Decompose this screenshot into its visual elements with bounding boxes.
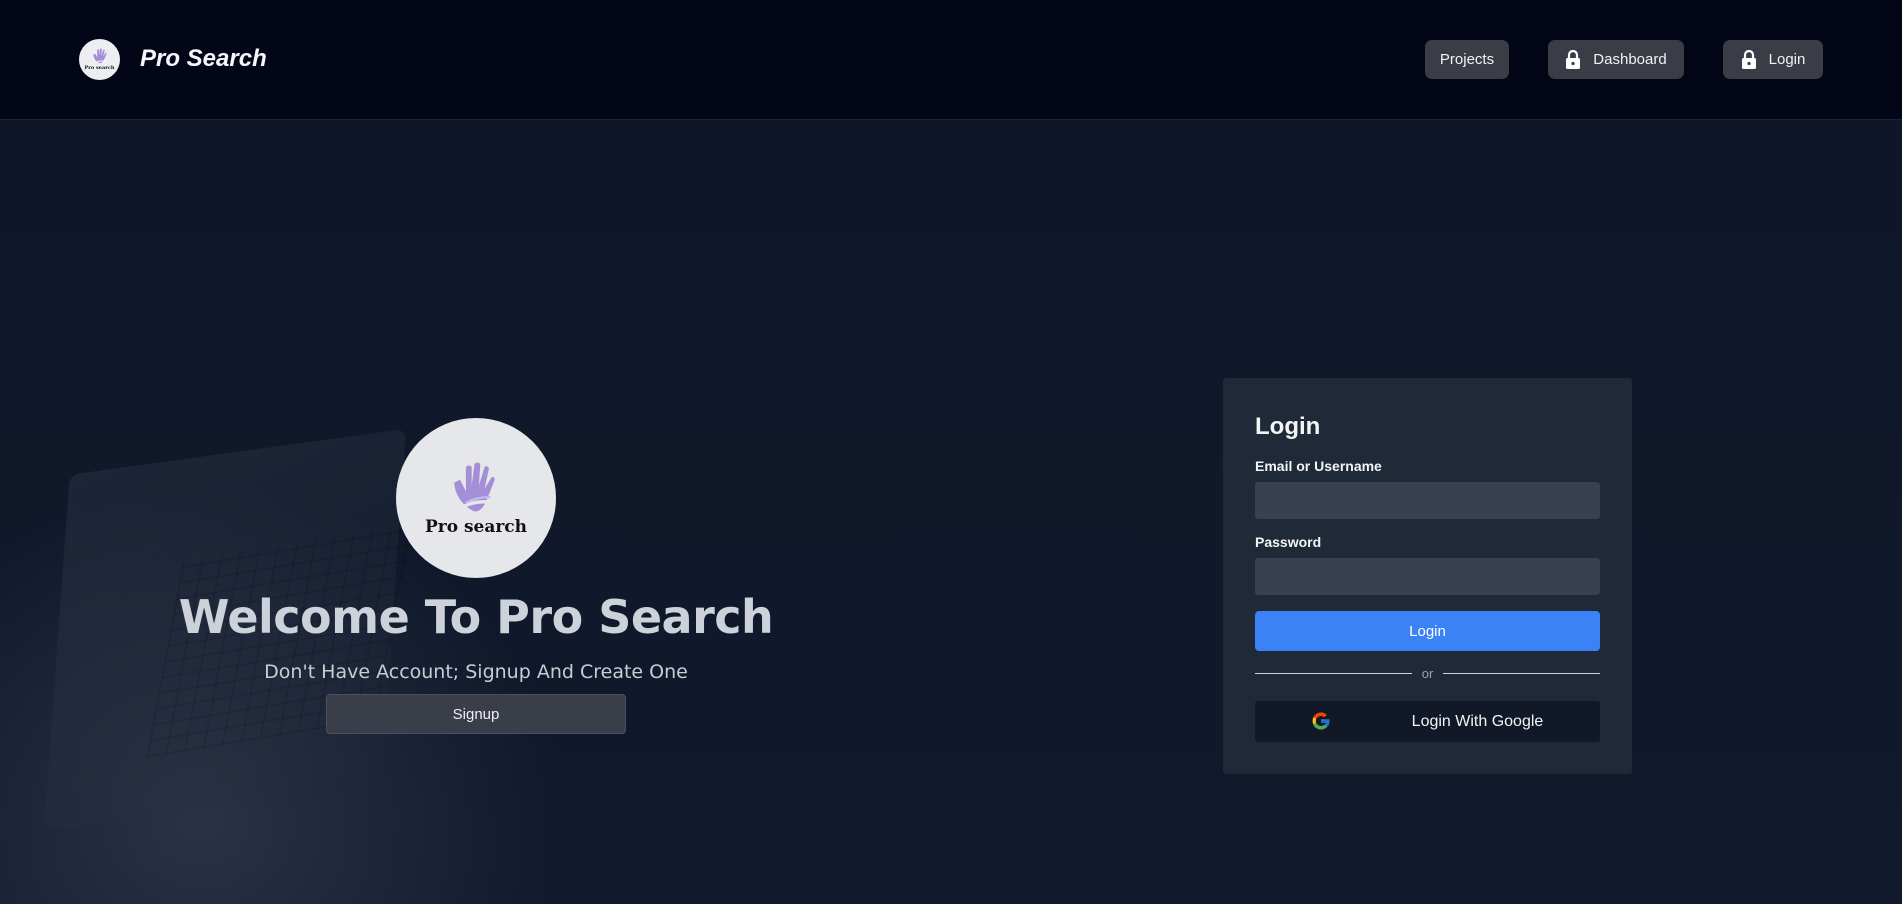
hero-logo-text: Pro search <box>424 517 528 537</box>
hand-logo-icon <box>454 462 495 512</box>
login-submit-button[interactable]: Login <box>1255 611 1600 651</box>
divider-line <box>1255 672 1412 674</box>
login-card-title: Login <box>1255 413 1321 440</box>
top-navbar: Pro search Pro Search Projects Dashboard… <box>0 0 1902 120</box>
divider-text: or <box>1421 665 1434 681</box>
lock-icon <box>1741 49 1757 70</box>
email-field[interactable] <box>1255 482 1600 519</box>
hand-logo-icon <box>92 47 107 63</box>
password-label: Password <box>1255 534 1322 550</box>
brand-name[interactable]: Pro Search <box>140 45 267 73</box>
google-login-label: Login With Google <box>1411 713 1544 730</box>
nav-projects-label: Projects <box>1439 51 1495 68</box>
nav-dashboard-label: Dashboard <box>1593 51 1667 68</box>
nav-projects-button[interactable]: Projects <box>1425 40 1509 79</box>
welcome-subtitle: Don't Have Account; Signup And Create On… <box>264 661 688 683</box>
or-divider: or <box>1255 663 1600 683</box>
password-field[interactable] <box>1255 558 1600 595</box>
hero-logo: Pro search <box>396 418 556 578</box>
brand-logo[interactable]: Pro search <box>79 38 120 80</box>
nav-login-label: Login <box>1768 51 1806 68</box>
nav-dashboard-button[interactable]: Dashboard <box>1548 40 1684 79</box>
signup-label: Signup <box>452 705 500 723</box>
welcome-title: Welcome To Pro Search <box>178 590 774 644</box>
signup-button[interactable]: Signup <box>326 694 626 734</box>
login-card: Login Email or Username Password Login o… <box>1223 378 1632 774</box>
lock-icon <box>1565 49 1581 70</box>
login-submit-label: Login <box>1409 622 1446 640</box>
google-login-button[interactable]: Login With Google <box>1255 701 1600 742</box>
brand-logo-text: Pro search <box>84 64 115 71</box>
email-label: Email or Username <box>1255 458 1382 474</box>
divider-line <box>1443 672 1600 674</box>
brand[interactable]: Pro search Pro Search <box>79 38 267 80</box>
nav-login-button[interactable]: Login <box>1723 40 1823 79</box>
